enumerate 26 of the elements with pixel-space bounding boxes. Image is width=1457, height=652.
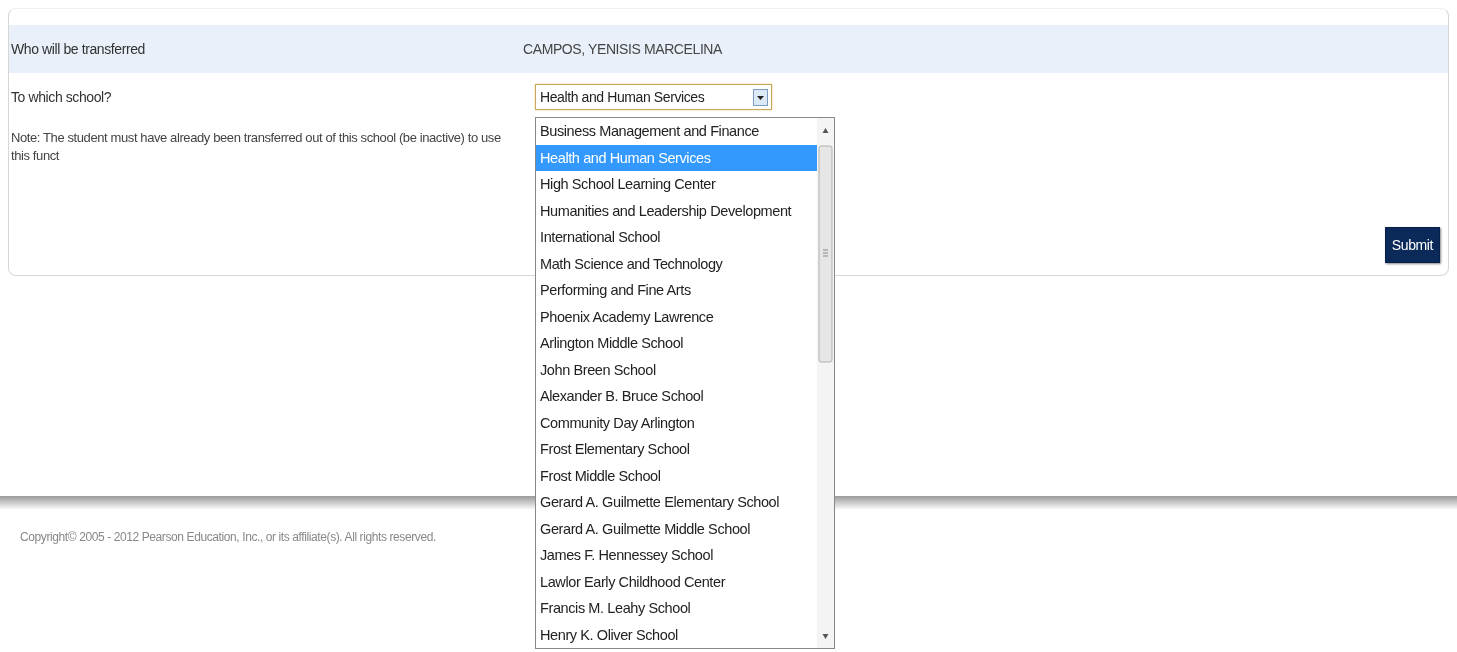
dropdown-option[interactable]: James F. Hennessey School <box>536 542 817 569</box>
dropdown-option[interactable]: Phoenix Academy Lawrence <box>536 303 817 330</box>
dropdown-option[interactable]: Frost Elementary School <box>536 436 817 463</box>
dropdown-option[interactable]: High School Learning Center <box>536 171 817 198</box>
dropdown-option[interactable]: Community Day Arlington <box>536 409 817 436</box>
dropdown-option[interactable]: Alexander B. Bruce School <box>536 383 817 410</box>
dropdown-option[interactable]: Humanities and Leadership Development <box>536 197 817 224</box>
dropdown-option[interactable]: Henry K. Oliver School <box>536 621 817 648</box>
field-label: To which school? <box>11 89 113 105</box>
dropdown-option[interactable]: Arlington Middle School <box>536 330 817 357</box>
copyright-text: Copyright© 2005 - 2012 Pearson Education, Inc., or its affiliate(s). All rights reserved. <box>20 530 436 544</box>
dropdown-option[interactable]: Frost Middle School <box>536 462 817 489</box>
dropdown-option[interactable]: John Breen School <box>536 356 817 383</box>
dropdown-option[interactable]: Business Management and Finance <box>536 118 817 145</box>
dropdown-option[interactable]: Lawlor Early Childhood Center <box>536 568 817 595</box>
dropdown-option[interactable]: Gerard A. Guilmette Elementary School <box>536 489 817 516</box>
dropdown-option[interactable]: Performing and Fine Arts <box>536 277 817 304</box>
submit-button[interactable]: Submit <box>1384 227 1440 263</box>
dropdown-option[interactable]: Math Science and Technology <box>536 250 817 277</box>
field-label: Who will be transferred <box>11 41 146 57</box>
note-text: Note: The student must have already been transferred out of this school (be inactive) to use this funct <box>11 129 502 165</box>
dropdown-option[interactable]: Francis M. Leahy School <box>536 595 817 622</box>
field-value: CAMPOS, YENISIS MARCELINA <box>523 41 723 57</box>
school-dropdown[interactable]: Health and Human Services <box>535 84 772 110</box>
dropdown-option[interactable]: International School <box>536 224 817 251</box>
dropdown-option[interactable]: Gerard A. Guilmette Middle School <box>536 515 817 542</box>
